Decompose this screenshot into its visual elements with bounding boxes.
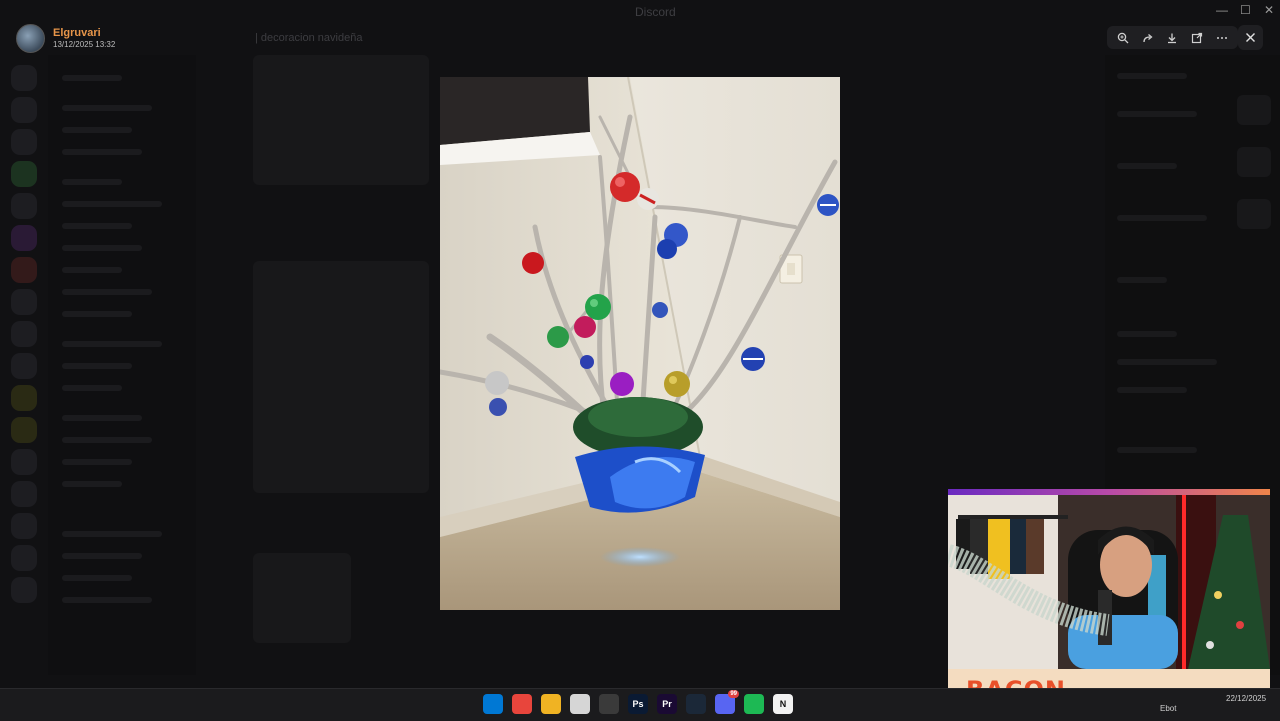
window-close-icon[interactable]: ✕: [1264, 3, 1274, 17]
open-in-browser-icon[interactable]: [1188, 29, 1206, 47]
more-icon[interactable]: [1213, 29, 1231, 47]
chrome-icon[interactable]: [512, 694, 532, 714]
forward-icon[interactable]: [1139, 29, 1157, 47]
webcam-overlay: BACON: [948, 489, 1270, 710]
taskbar: Ps Pr 99 N Ebot 22/12/2025: [0, 688, 1280, 721]
windows-start-icon[interactable]: [483, 694, 503, 714]
tray-date: 22/12/2025: [1226, 694, 1267, 703]
window-title: Discord: [635, 5, 676, 19]
discord-icon[interactable]: 99: [715, 690, 739, 714]
notification-badge: 99: [728, 690, 739, 698]
file-explorer-icon[interactable]: [541, 694, 561, 714]
notion-icon[interactable]: N: [773, 694, 793, 714]
steam-icon[interactable]: [686, 694, 706, 714]
avatar[interactable]: [16, 24, 45, 53]
maximize-icon[interactable]: ☐: [1240, 3, 1251, 17]
tray-label: Ebot: [1160, 704, 1177, 713]
obs-icon[interactable]: [599, 694, 619, 714]
uploader-name[interactable]: Elgruvari: [53, 27, 115, 40]
close-icon: [1246, 33, 1255, 42]
server-list: [0, 55, 48, 675]
channel-title: | decoracion navideña: [255, 32, 363, 44]
upload-timestamp: 13/12/2025 13:32: [53, 40, 116, 49]
zoom-in-icon[interactable]: [1114, 29, 1132, 47]
premiere-icon[interactable]: Pr: [657, 694, 677, 714]
uploader-info[interactable]: Elgruvari 13/12/2025 13:32: [16, 24, 115, 53]
snipping-tool-icon[interactable]: [570, 694, 590, 714]
attachment-image[interactable]: [437, 76, 840, 610]
viewer-toolbar: [1107, 26, 1238, 49]
photoshop-icon[interactable]: Ps: [628, 694, 648, 714]
minimize-icon[interactable]: —: [1216, 3, 1228, 17]
download-icon[interactable]: [1163, 29, 1181, 47]
channel-list: [48, 55, 196, 675]
close-viewer-button[interactable]: [1238, 25, 1263, 50]
spotify-icon[interactable]: [744, 694, 764, 714]
